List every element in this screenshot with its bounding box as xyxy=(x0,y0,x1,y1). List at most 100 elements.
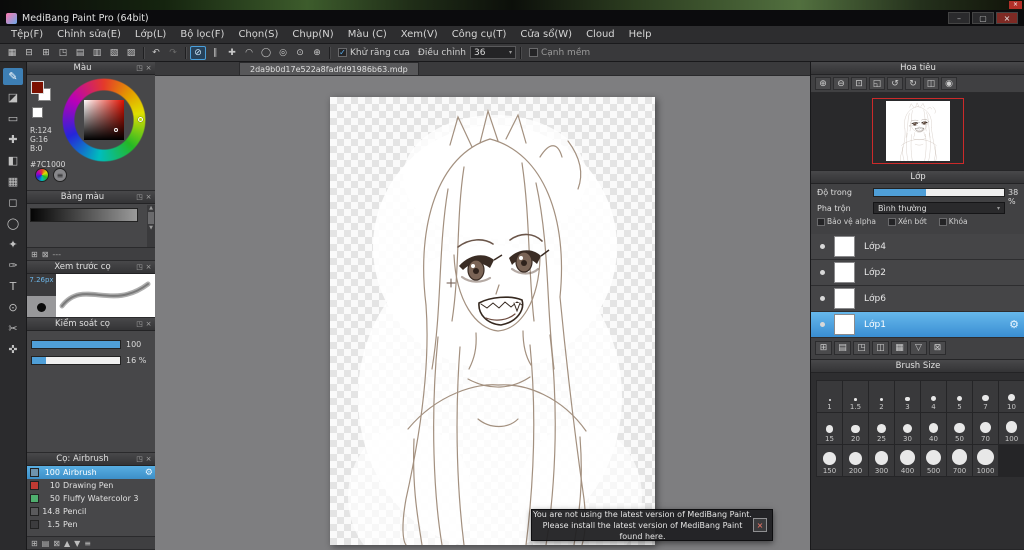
brush-tool[interactable]: ✎ xyxy=(3,68,23,85)
brush-size-cell[interactable]: 400 xyxy=(895,445,920,476)
notification-close-icon[interactable]: × xyxy=(753,518,767,532)
gradient-tool[interactable]: ▦ xyxy=(3,173,23,190)
zoom-actual-icon[interactable]: ◱ xyxy=(869,77,885,90)
maximize-button[interactable]: ▢ xyxy=(972,12,994,24)
brush-size-cell[interactable]: 1.5 xyxy=(843,381,868,412)
navigator-thumbnail[interactable] xyxy=(886,101,950,161)
layer-visibility-icon[interactable] xyxy=(820,296,825,301)
adjust-input[interactable]: 36 ▾ xyxy=(469,46,516,59)
menu-item-11[interactable]: Cloud xyxy=(579,26,622,43)
menu-item-4[interactable]: Bộ lọc(F) xyxy=(173,26,231,43)
color-grid-icon[interactable]: ▦ xyxy=(4,46,20,60)
divide-tool[interactable]: ✂ xyxy=(3,320,23,337)
layer-visibility-icon[interactable] xyxy=(820,244,825,249)
brush-row[interactable]: 1.5 Pen xyxy=(27,518,156,531)
snap-off-icon[interactable]: ⊘ xyxy=(190,45,206,60)
zoom-in-icon[interactable]: ⊕ xyxy=(815,77,831,90)
brush-size-cell[interactable]: 200 xyxy=(843,445,868,476)
fill-tool[interactable]: ◧ xyxy=(3,152,23,169)
saturation-value-box[interactable] xyxy=(84,100,124,140)
desktop-close-icon[interactable]: × xyxy=(1009,1,1022,9)
snap-vanishing-icon[interactable]: ⊙ xyxy=(292,46,308,60)
brush-size-cell[interactable]: 25 xyxy=(869,413,894,444)
brush-size-cell[interactable]: 10 xyxy=(999,381,1024,412)
brush-size-cell[interactable]: 2 xyxy=(869,381,894,412)
menu-item-5[interactable]: Chọn(S) xyxy=(231,26,285,43)
text-tool[interactable]: T xyxy=(3,278,23,295)
rotate-right-icon[interactable]: ↻ xyxy=(905,77,921,90)
color-slider-mode-icon[interactable]: ≡ xyxy=(53,168,67,182)
select-pen-tool[interactable]: ✑ xyxy=(3,257,23,274)
undo-icon[interactable]: ↶ xyxy=(148,46,164,60)
redo-icon[interactable]: ↷ xyxy=(165,46,181,60)
brush-size-cell[interactable]: 500 xyxy=(921,445,946,476)
grid-toggle-icon[interactable]: ▤ xyxy=(72,46,88,60)
minimize-button[interactable]: – xyxy=(948,12,970,24)
float-panel-icon[interactable]: ◳ xyxy=(135,455,144,463)
brush-size-cell[interactable]: 1000 xyxy=(973,445,998,476)
brush-size-cell[interactable]: 1 xyxy=(817,381,842,412)
foreground-color-swatch[interactable] xyxy=(31,81,44,94)
add-palette-icon[interactable]: ⊞ xyxy=(31,250,38,259)
delete-layer-icon[interactable]: ⊠ xyxy=(929,341,946,355)
transfer-layer-icon[interactable]: ▽ xyxy=(910,341,927,355)
close-button[interactable]: × xyxy=(996,12,1018,24)
brush-row[interactable]: 100 Airbrush ⚙ xyxy=(27,466,156,479)
duplicate-layer-icon[interactable]: ◳ xyxy=(853,341,870,355)
float-panel-icon[interactable]: ◳ xyxy=(135,263,144,271)
brush-size-cell[interactable]: 7 xyxy=(973,381,998,412)
menu-item-6[interactable]: Chụp(N) xyxy=(285,26,340,43)
eyedropper-tool[interactable]: ⊙ xyxy=(3,299,23,316)
layer-visibility-icon[interactable] xyxy=(820,322,825,327)
float-panel-icon[interactable]: ◳ xyxy=(135,193,144,201)
zoom-fit-icon[interactable]: ⊡ xyxy=(851,77,867,90)
brush-down-icon[interactable]: ▼ xyxy=(74,539,80,548)
color-wheel-mode-icon[interactable] xyxy=(35,168,49,182)
open-file-icon[interactable]: ⊞ xyxy=(38,46,54,60)
brush-size-cell[interactable]: 5 xyxy=(947,381,972,412)
antialias-checkbox[interactable]: ✓ Khử răng cưa xyxy=(338,48,410,58)
snap-ellipse-icon[interactable]: ◯ xyxy=(258,46,274,60)
snap-radial-icon[interactable]: ◎ xyxy=(275,46,291,60)
brush-menu-icon[interactable]: ≡ xyxy=(84,539,91,548)
guide-toggle-icon[interactable]: ▧ xyxy=(106,46,122,60)
alpha-lock-checkbox[interactable]: Bảo vệ alpha xyxy=(817,217,876,226)
menu-item-12[interactable]: Help xyxy=(622,26,659,43)
brush-opacity-slider[interactable] xyxy=(31,356,121,365)
layer-row[interactable]: Lớp2 xyxy=(811,260,1024,286)
marquee-tool[interactable]: ▭ xyxy=(3,110,23,127)
material-panel-icon[interactable]: ▨ xyxy=(123,46,139,60)
brush-size-cell[interactable]: 20 xyxy=(843,413,868,444)
snap-settings-icon[interactable]: ⊕ xyxy=(309,46,325,60)
hand-tool[interactable]: ✜ xyxy=(3,341,23,358)
brush-size-cell[interactable]: 700 xyxy=(947,445,972,476)
scroll-down-icon[interactable]: ▼ xyxy=(149,225,153,231)
brush-size-cell[interactable]: 70 xyxy=(973,413,998,444)
zoom-out-icon[interactable]: ⊖ xyxy=(833,77,849,90)
scrollbar-thumb[interactable] xyxy=(148,212,154,224)
select-tool[interactable]: ◻ xyxy=(3,194,23,211)
brush-row[interactable]: 10 Drawing Pen xyxy=(27,479,156,492)
ruler-toggle-icon[interactable]: ▥ xyxy=(89,46,105,60)
scroll-up-icon[interactable]: ▲ xyxy=(149,205,153,211)
brush-row[interactable]: 14.8 Pencil xyxy=(27,505,156,518)
soft-edge-checkbox[interactable]: Cạnh mềm xyxy=(528,48,590,58)
layer-opacity-slider[interactable] xyxy=(873,188,1005,197)
snap-parallel-icon[interactable]: ∥ xyxy=(207,46,223,60)
menu-item-1[interactable]: Tệp(F) xyxy=(4,26,50,43)
brush-size-cell[interactable]: 100 xyxy=(999,413,1024,444)
lasso-tool[interactable]: ◯ xyxy=(3,215,23,232)
clipping-checkbox[interactable]: Xén bớt xyxy=(887,217,927,226)
reset-view-icon[interactable]: ◉ xyxy=(941,77,957,90)
delete-brush-icon[interactable]: ⊠ xyxy=(53,539,60,548)
menu-item-2[interactable]: Chỉnh sửa(E) xyxy=(50,26,128,43)
document-tab[interactable]: 2da9b0d17e522a8fadfd91986b63.mdp xyxy=(239,62,419,75)
rotate-left-icon[interactable]: ↺ xyxy=(887,77,903,90)
menu-item-10[interactable]: Cửa sổ(W) xyxy=(513,26,579,43)
layer-row[interactable]: Lớp1 ⚙ xyxy=(811,312,1024,338)
close-panel-icon[interactable]: × xyxy=(144,193,153,201)
move-tool[interactable]: ✚ xyxy=(3,131,23,148)
float-panel-icon[interactable]: ◳ xyxy=(135,64,144,72)
eraser-tool[interactable]: ◪ xyxy=(3,89,23,106)
brush-folder-icon[interactable]: ▤ xyxy=(42,539,50,548)
